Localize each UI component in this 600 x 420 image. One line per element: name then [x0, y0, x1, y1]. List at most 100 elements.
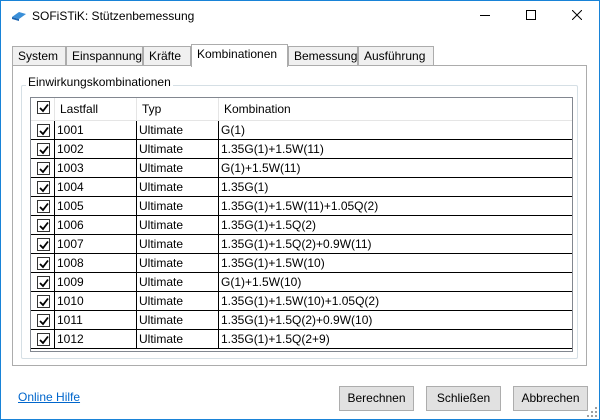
table-row[interactable]: 1004 Ultimate 1.35G(1) — [31, 178, 572, 197]
row-checkbox[interactable] — [37, 238, 50, 251]
cell-lastfall[interactable]: 1010 — [55, 292, 137, 310]
row-checkbox[interactable] — [37, 295, 50, 308]
cell-lastfall[interactable]: 1009 — [55, 273, 137, 291]
cell-typ[interactable]: Ultimate — [137, 216, 219, 234]
maximize-button[interactable] — [508, 1, 554, 31]
sofistik-logo-icon — [11, 10, 27, 22]
tab-label: Kräfte — [149, 49, 182, 63]
row-select-cell[interactable] — [31, 254, 55, 272]
column-header-typ[interactable]: Typ — [137, 98, 219, 121]
row-select-cell[interactable] — [31, 273, 55, 291]
cell-lastfall[interactable]: 1004 — [55, 178, 137, 196]
row-checkbox[interactable] — [37, 124, 50, 137]
cell-kombination[interactable]: 1.35G(1)+1.5Q(2+9) — [219, 330, 572, 348]
row-checkbox[interactable] — [37, 333, 50, 346]
cell-kombination[interactable]: 1.35G(1) — [219, 178, 572, 196]
column-header-kombination[interactable]: Kombination — [219, 98, 572, 121]
cell-lastfall[interactable]: 1001 — [55, 121, 137, 139]
resize-grip-icon[interactable] — [586, 406, 598, 418]
row-select-cell[interactable] — [31, 311, 55, 329]
cell-typ[interactable]: Ultimate — [137, 159, 219, 177]
header-select-all[interactable] — [31, 98, 55, 121]
tab-einspannung[interactable]: Einspannung — [66, 46, 143, 66]
close-icon — [571, 9, 583, 23]
close-window-button[interactable] — [554, 1, 600, 31]
row-select-cell[interactable] — [31, 197, 55, 215]
table-row[interactable]: 1005 Ultimate 1.35G(1)+1.5W(11)+1.05Q(2) — [31, 197, 572, 216]
minimize-button[interactable] — [462, 1, 508, 31]
maximize-icon — [526, 9, 536, 23]
table-row[interactable]: 1001 Ultimate G(1) — [31, 121, 572, 140]
row-select-cell[interactable] — [31, 216, 55, 234]
cell-typ[interactable]: Ultimate — [137, 121, 219, 139]
cell-lastfall[interactable]: 1007 — [55, 235, 137, 253]
table-row[interactable]: 1003 Ultimate G(1)+1.5W(11) — [31, 159, 572, 178]
cell-kombination[interactable]: 1.35G(1)+1.5W(10) — [219, 254, 572, 272]
table-row[interactable]: 1008 Ultimate 1.35G(1)+1.5W(10) — [31, 254, 572, 273]
table-row[interactable]: 1009 Ultimate G(1)+1.5W(10) — [31, 273, 572, 292]
column-header-lastfall[interactable]: Lastfall — [55, 98, 137, 121]
cell-typ[interactable]: Ultimate — [137, 140, 219, 158]
row-checkbox[interactable] — [37, 257, 50, 270]
cell-lastfall[interactable]: 1006 — [55, 216, 137, 234]
table-row[interactable]: 1010 Ultimate 1.35G(1)+1.5W(10)+1.05Q(2) — [31, 292, 572, 311]
tab-bemessung[interactable]: Bemessung — [288, 46, 358, 66]
row-select-cell[interactable] — [31, 178, 55, 196]
close-button[interactable]: Schließen — [426, 386, 501, 411]
cell-typ[interactable]: Ultimate — [137, 254, 219, 272]
row-select-cell[interactable] — [31, 159, 55, 177]
cell-typ[interactable]: Ultimate — [137, 197, 219, 215]
load-combinations-group: Einwirkungskombinationen Lastfall Typ Ko… — [21, 75, 578, 359]
tab-panel-kombinationen: Einwirkungskombinationen Lastfall Typ Ko… — [12, 65, 587, 366]
cancel-button[interactable]: Abbrechen — [513, 386, 588, 411]
cell-kombination[interactable]: 1.35G(1)+1.5Q(2) — [219, 216, 572, 234]
row-checkbox[interactable] — [37, 219, 50, 232]
cell-kombination[interactable]: 1.35G(1)+1.5Q(2)+0.9W(10) — [219, 311, 572, 329]
row-checkbox[interactable] — [37, 181, 50, 194]
cell-kombination[interactable]: 1.35G(1)+1.5W(11) — [219, 140, 572, 158]
cell-kombination[interactable]: G(1)+1.5W(10) — [219, 273, 572, 291]
tab-ausfuehrung[interactable]: Ausführung — [358, 46, 434, 66]
online-help-link[interactable]: Online Hilfe — [18, 390, 80, 404]
cell-lastfall[interactable]: 1011 — [55, 311, 137, 329]
row-select-cell[interactable] — [31, 330, 55, 348]
cell-typ[interactable]: Ultimate — [137, 311, 219, 329]
row-select-cell[interactable] — [31, 235, 55, 253]
calculate-button[interactable]: Berechnen — [339, 386, 414, 411]
tab-system[interactable]: System — [12, 46, 66, 66]
table-row[interactable]: 1012 Ultimate 1.35G(1)+1.5Q(2+9) — [31, 330, 572, 349]
select-all-checkbox[interactable] — [37, 101, 50, 114]
cell-lastfall[interactable]: 1002 — [55, 140, 137, 158]
tab-label: Einspannung — [72, 49, 143, 63]
cell-kombination[interactable]: G(1) — [219, 121, 572, 139]
cell-typ[interactable]: Ultimate — [137, 292, 219, 310]
cell-kombination[interactable]: 1.35G(1)+1.5W(10)+1.05Q(2) — [219, 292, 572, 310]
cell-lastfall[interactable]: 1005 — [55, 197, 137, 215]
tab-kombinationen[interactable]: Kombinationen — [191, 44, 288, 67]
cell-lastfall[interactable]: 1008 — [55, 254, 137, 272]
row-checkbox[interactable] — [37, 314, 50, 327]
cell-lastfall[interactable]: 1003 — [55, 159, 137, 177]
table-row[interactable]: 1002 Ultimate 1.35G(1)+1.5W(11) — [31, 140, 572, 159]
cell-typ[interactable]: Ultimate — [137, 235, 219, 253]
cell-lastfall[interactable]: 1012 — [55, 330, 137, 348]
cell-typ[interactable]: Ultimate — [137, 273, 219, 291]
row-select-cell[interactable] — [31, 121, 55, 139]
row-checkbox[interactable] — [37, 162, 50, 175]
row-checkbox[interactable] — [37, 276, 50, 289]
row-select-cell[interactable] — [31, 292, 55, 310]
cell-kombination[interactable]: G(1)+1.5W(11) — [219, 159, 572, 177]
cell-kombination[interactable]: 1.35G(1)+1.5Q(2)+0.9W(11) — [219, 235, 572, 253]
row-checkbox[interactable] — [37, 200, 50, 213]
cell-kombination[interactable]: 1.35G(1)+1.5W(11)+1.05Q(2) — [219, 197, 572, 215]
table-row[interactable]: 1011 Ultimate 1.35G(1)+1.5Q(2)+0.9W(10) — [31, 311, 572, 330]
cell-typ[interactable]: Ultimate — [137, 178, 219, 196]
table-row[interactable]: 1006 Ultimate 1.35G(1)+1.5Q(2) — [31, 216, 572, 235]
row-checkbox[interactable] — [37, 143, 50, 156]
cell-typ[interactable]: Ultimate — [137, 330, 219, 348]
tab-label: Kombinationen — [197, 47, 278, 61]
tab-kraefte[interactable]: Kräfte — [143, 46, 191, 66]
row-select-cell[interactable] — [31, 140, 55, 158]
title-bar[interactable]: SOFiSTiK: Stützenbemessung — [1, 1, 599, 31]
table-row[interactable]: 1007 Ultimate 1.35G(1)+1.5Q(2)+0.9W(11) — [31, 235, 572, 254]
